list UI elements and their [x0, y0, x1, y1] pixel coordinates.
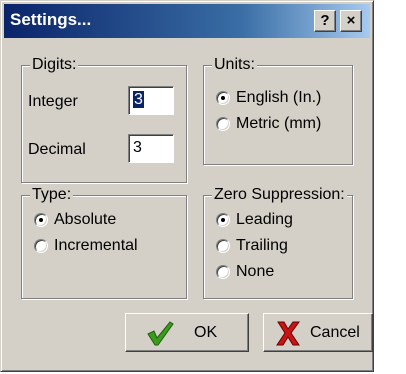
type-legend: Type:	[30, 185, 74, 205]
units-group: Units: English (In.) Metric (mm)	[203, 55, 353, 165]
cancel-button[interactable]: Cancel	[263, 313, 373, 352]
units-legend: Units:	[212, 55, 257, 75]
type-group: Type: Absolute Incremental	[21, 185, 187, 299]
radio-button[interactable]	[34, 239, 48, 253]
units-option-label: Metric (mm)	[236, 115, 322, 132]
radio-button[interactable]	[216, 239, 230, 253]
zero-option-label: None	[236, 263, 275, 280]
cancel-label: Cancel	[310, 324, 360, 341]
integer-value: 3	[133, 91, 144, 108]
radio-button-checked[interactable]	[216, 213, 230, 227]
digits-group: Digits: Integer 3 Decimal 3	[21, 55, 187, 183]
zero-option-label: Trailing	[236, 237, 288, 254]
type-option-label: Incremental	[54, 237, 138, 254]
radio-button-checked[interactable]	[216, 91, 230, 105]
zero-suppression-group: Zero Suppression: Leading Trailing None	[203, 185, 353, 299]
checkmark-icon	[147, 321, 174, 346]
zero-suppression-legend: Zero Suppression:	[212, 185, 347, 205]
type-option-label: Absolute	[54, 211, 117, 228]
x-cross-icon	[276, 321, 300, 346]
radio-button[interactable]	[216, 265, 230, 279]
decimal-field[interactable]: 3	[128, 134, 174, 163]
help-button[interactable]: ?	[314, 10, 336, 32]
decimal-value: 3	[133, 139, 142, 156]
close-button[interactable]: ×	[340, 10, 362, 32]
window-title: Settings...	[10, 10, 92, 29]
close-icon: ×	[346, 12, 356, 29]
ok-label: OK	[194, 324, 218, 341]
digits-legend: Digits:	[30, 55, 79, 75]
ok-button[interactable]: OK	[125, 313, 249, 352]
radio-button-checked[interactable]	[34, 213, 48, 227]
title-bar[interactable]: Settings... ? ×	[4, 4, 370, 38]
zero-option-label: Leading	[236, 211, 293, 228]
settings-dialog: Settings... ? × Digits: Integer 3 Decima…	[0, 0, 374, 372]
integer-field[interactable]: 3	[128, 86, 174, 115]
integer-label: Integer	[28, 93, 78, 110]
decimal-label: Decimal	[28, 141, 86, 158]
units-option-label: English (In.)	[236, 89, 322, 106]
radio-button[interactable]	[216, 117, 230, 131]
